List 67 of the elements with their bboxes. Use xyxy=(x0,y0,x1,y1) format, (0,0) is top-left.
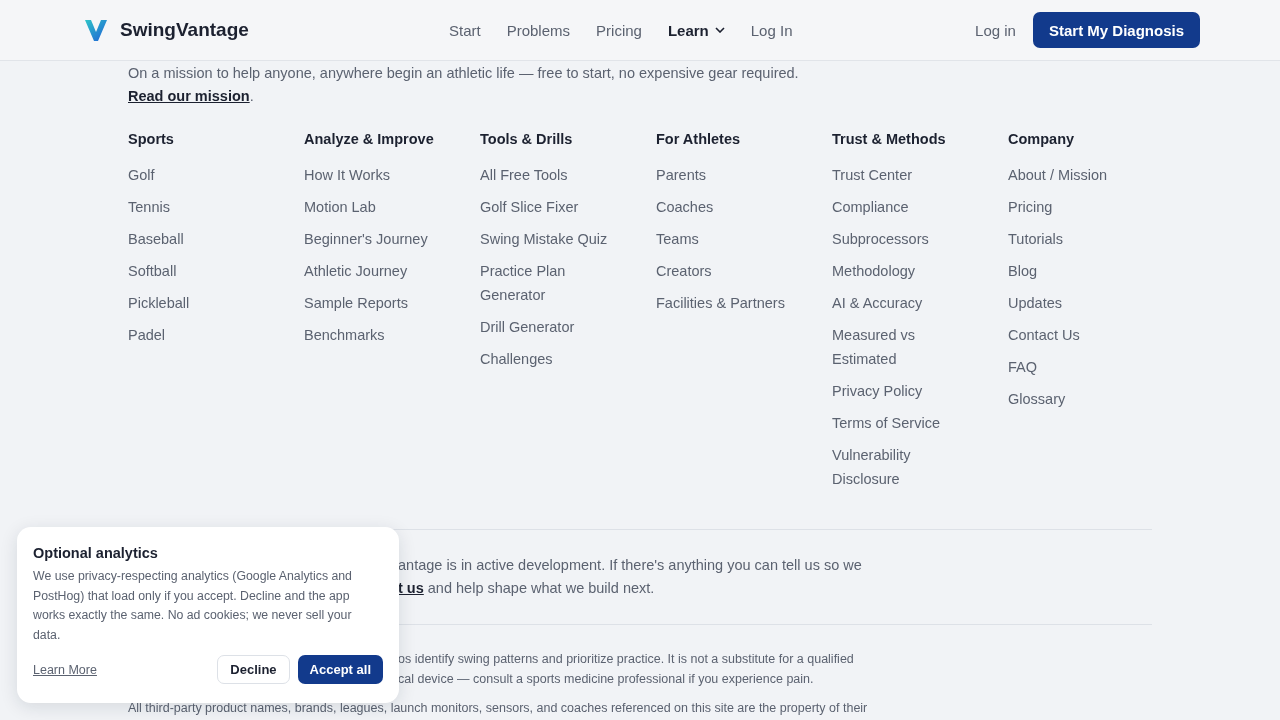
nav-menu[interactable]: Learn xyxy=(654,17,738,43)
footer-link[interactable]: Swing Mistake Quiz xyxy=(480,227,630,251)
footer-link[interactable]: Drill Generator xyxy=(480,315,630,339)
disclaimer-text: os identify swing patterns and prioritize practice. It is not a substitute for a qualified cal device — consult a sports medicine professional if you experience pain. xyxy=(398,651,855,688)
footer-link[interactable]: Benchmarks xyxy=(304,323,454,347)
footer-link[interactable]: Blog xyxy=(1008,259,1158,283)
footer-link[interactable]: Pricing xyxy=(1008,195,1158,219)
footer-link[interactable]: AI & Accuracy xyxy=(832,291,982,315)
footer-link[interactable]: All Free Tools xyxy=(480,163,630,187)
footer-link[interactable]: About / Mission xyxy=(1008,163,1158,187)
column-heading: For Athletes xyxy=(656,130,742,148)
brand-name[interactable]: SwingVantage xyxy=(120,19,249,41)
footer-link[interactable]: How It Works xyxy=(304,163,454,187)
footer-link[interactable]: Golf xyxy=(128,163,278,187)
column-heading: Tools & Drills xyxy=(480,130,574,148)
footer-link[interactable]: Tutorials xyxy=(1008,227,1158,251)
column-heading: Sports xyxy=(128,130,175,148)
footer-link[interactable]: Pickleball xyxy=(128,291,278,315)
trademark-text: All third-party product names, brands, leagues, launch monitors, sensors, and coaches referenced on this site are the property of their xyxy=(128,700,869,717)
logo-icon xyxy=(84,18,108,42)
footer-link[interactable]: Athletic Journey xyxy=(304,259,454,283)
footer-link[interactable]: Glossary xyxy=(1008,387,1158,411)
footer-link[interactable]: Beginner's Journey xyxy=(304,227,454,251)
footer-link[interactable]: Contact Us xyxy=(1008,323,1158,347)
column-heading: Trust & Methods xyxy=(832,130,947,148)
banner-title: Optional analytics xyxy=(33,544,159,562)
footer-link[interactable]: Subprocessors xyxy=(832,227,982,251)
footer-link[interactable]: Challenges xyxy=(480,347,630,371)
footer-link[interactable]: Sample Reports xyxy=(304,291,454,315)
nav-link[interactable]: Problems xyxy=(493,17,584,43)
login-link[interactable]: Log in xyxy=(971,17,1020,43)
footer-link[interactable]: Facilities & Partners xyxy=(656,291,806,315)
start-diagnosis-button[interactable]: Start My Diagnosis xyxy=(1032,12,1200,48)
footer-link[interactable]: FAQ xyxy=(1008,355,1158,379)
footer-link[interactable]: Compliance xyxy=(832,195,982,219)
footer-link[interactable]: Padel xyxy=(128,323,278,347)
footer-link[interactable]: Updates xyxy=(1008,291,1158,315)
footer-link[interactable]: Privacy Policy xyxy=(832,379,982,403)
footer-link[interactable]: Methodology xyxy=(832,259,982,283)
feedback-text: antage is in active development. If there's anything you can tell us so we t us and help shape what we build next. xyxy=(398,556,863,598)
mission-text: On a mission to help anyone, anywhere begin an athletic life — free to start, no expensive gear required. Read our mission. xyxy=(128,64,800,106)
learn-more-link[interactable]: Learn More xyxy=(33,662,97,677)
footer-link[interactable]: Golf Slice Fixer xyxy=(480,195,630,219)
footer-link[interactable]: Tennis xyxy=(128,195,278,219)
nav-link[interactable]: Log In xyxy=(737,17,806,43)
footer-link[interactable]: Trust Center xyxy=(832,163,982,187)
chevron-icon xyxy=(714,27,725,33)
banner-text: We use privacy-respecting analytics (Google Analytics and PostHog) that load only if you accept. Decline and the app works exactly the same. No ad cookies; we never sell your data. xyxy=(33,568,353,644)
footer-link[interactable]: Motion Lab xyxy=(304,195,454,219)
nav-link[interactable]: Start xyxy=(436,17,494,43)
nav-link[interactable]: Pricing xyxy=(583,17,655,43)
accept-button[interactable]: Accept all xyxy=(297,655,383,684)
column-heading: Analyze & Improve xyxy=(304,130,435,148)
column-heading: Company xyxy=(1008,130,1076,148)
contact-link[interactable]: t us xyxy=(398,580,424,596)
footer-link[interactable]: Coaches xyxy=(656,195,806,219)
read-mission-link[interactable]: Read our mission xyxy=(128,88,250,104)
footer-link[interactable]: Parents xyxy=(656,163,806,187)
footer-link[interactable]: Practice Plan Generator xyxy=(480,259,630,307)
footer-link[interactable]: Creators xyxy=(656,259,806,283)
footer-link[interactable]: Softball xyxy=(128,259,278,283)
footer-link[interactable]: Teams xyxy=(656,227,806,251)
footer-link[interactable]: Vulnerability Disclosure xyxy=(832,443,982,491)
footer-link[interactable]: Baseball xyxy=(128,227,278,251)
footer-link[interactable]: Terms of Service xyxy=(832,411,982,435)
decline-button[interactable]: Decline xyxy=(217,655,290,684)
footer-link[interactable]: Measured vs Estimated xyxy=(832,323,982,371)
